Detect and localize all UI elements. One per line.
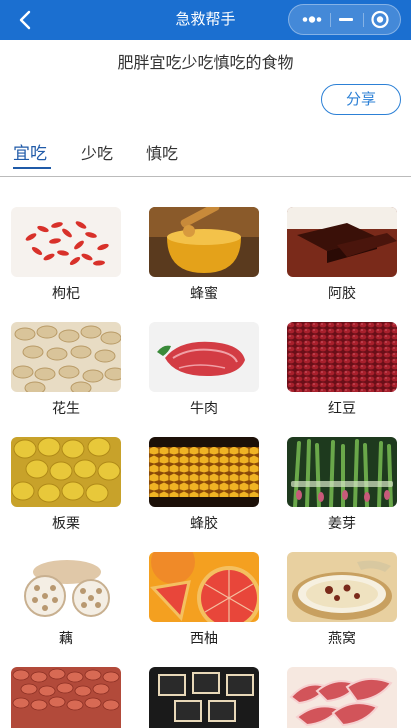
- food-image: [11, 552, 121, 622]
- food-name: 牛肉: [190, 401, 218, 417]
- food-image: [11, 207, 121, 277]
- food-image: [11, 322, 121, 392]
- food-item-yanwo[interactable]: 燕窝: [287, 552, 397, 648]
- food-item-row5-1[interactable]: [11, 667, 121, 728]
- food-item-fengjiao[interactable]: 蜂胶: [149, 437, 259, 533]
- food-image: [11, 667, 121, 728]
- food-item-xiyou[interactable]: 西柚: [149, 552, 259, 648]
- food-name: 阿胶: [328, 286, 356, 302]
- food-item-row5-2[interactable]: [149, 667, 259, 728]
- food-item-banli[interactable]: 板栗: [11, 437, 121, 533]
- food-image: [287, 322, 397, 392]
- target-close-icon: [371, 10, 389, 29]
- close-button[interactable]: [365, 5, 397, 34]
- share-button[interactable]: 分享: [321, 84, 401, 115]
- food-item-gouqi[interactable]: 枸杞: [11, 207, 121, 303]
- ginger-sprouts-image: [287, 437, 397, 507]
- minimize-button[interactable]: [331, 5, 361, 34]
- food-image: [11, 437, 121, 507]
- food-image: [149, 437, 259, 507]
- goji-berries-image: [11, 207, 121, 277]
- food-image: [287, 552, 397, 622]
- donkey-hide-gelatin-image: [287, 207, 397, 277]
- tab-bar: 宜吃 少吃 慎吃: [0, 140, 411, 177]
- food-image: [149, 552, 259, 622]
- propolis-image: [149, 437, 259, 507]
- chestnuts-image: [11, 437, 121, 507]
- capsule-divider: [363, 13, 364, 27]
- top-nav-bar: 急救帮手: [0, 0, 411, 40]
- food-item-huasheng[interactable]: 花生: [11, 322, 121, 418]
- food-item-row5-3[interactable]: [287, 667, 397, 728]
- honey-image: [149, 207, 259, 277]
- food-item-ou[interactable]: 藕: [11, 552, 121, 648]
- minimize-icon: [339, 18, 353, 21]
- black-sesame-cake-image: [149, 667, 259, 728]
- food-item-hongdou[interactable]: 红豆: [287, 322, 397, 418]
- food-name: 花生: [52, 401, 80, 417]
- back-button[interactable]: [14, 8, 38, 32]
- more-button[interactable]: [295, 5, 329, 34]
- food-image: [287, 207, 397, 277]
- tab-yi-chi[interactable]: 宜吃: [13, 142, 47, 166]
- mini-program-capsule: [288, 4, 401, 35]
- red-peanuts-image: [11, 667, 121, 728]
- grapefruit-image: [149, 552, 259, 622]
- food-name: 枸杞: [52, 286, 80, 302]
- lotus-root-image: [11, 552, 121, 622]
- chevron-left-icon: [19, 10, 31, 30]
- food-name: 蜂胶: [190, 516, 218, 532]
- food-name: 藕: [59, 631, 73, 647]
- food-image: [287, 437, 397, 507]
- active-tab-indicator: [13, 167, 51, 169]
- food-name: 红豆: [328, 401, 356, 417]
- more-dots-icon: [302, 16, 322, 23]
- peanuts-image: [11, 322, 121, 392]
- food-image: [149, 207, 259, 277]
- food-name: 姜芽: [328, 516, 356, 532]
- birds-nest-soup-image: [287, 552, 397, 622]
- food-image: [149, 667, 259, 728]
- food-name: 燕窝: [328, 631, 356, 647]
- food-item-jiangya[interactable]: 姜芽: [287, 437, 397, 533]
- tab-shen-chi[interactable]: 慎吃: [146, 142, 178, 166]
- tab-shao-chi[interactable]: 少吃: [81, 142, 113, 166]
- page-subtitle: 肥胖宜吃少吃慎吃的食物: [117, 53, 294, 72]
- sliced-meat-image: [287, 667, 397, 728]
- food-item-ejiao[interactable]: 阿胶: [287, 207, 397, 303]
- beef-image: [149, 322, 259, 392]
- food-name: 板栗: [52, 516, 80, 532]
- food-item-fengmi[interactable]: 蜂蜜: [149, 207, 259, 303]
- food-image: [149, 322, 259, 392]
- food-name: 西柚: [190, 631, 218, 647]
- red-beans-image: [287, 322, 397, 392]
- food-name: 蜂蜜: [190, 286, 218, 302]
- food-image: [287, 667, 397, 728]
- food-item-niurou[interactable]: 牛肉: [149, 322, 259, 418]
